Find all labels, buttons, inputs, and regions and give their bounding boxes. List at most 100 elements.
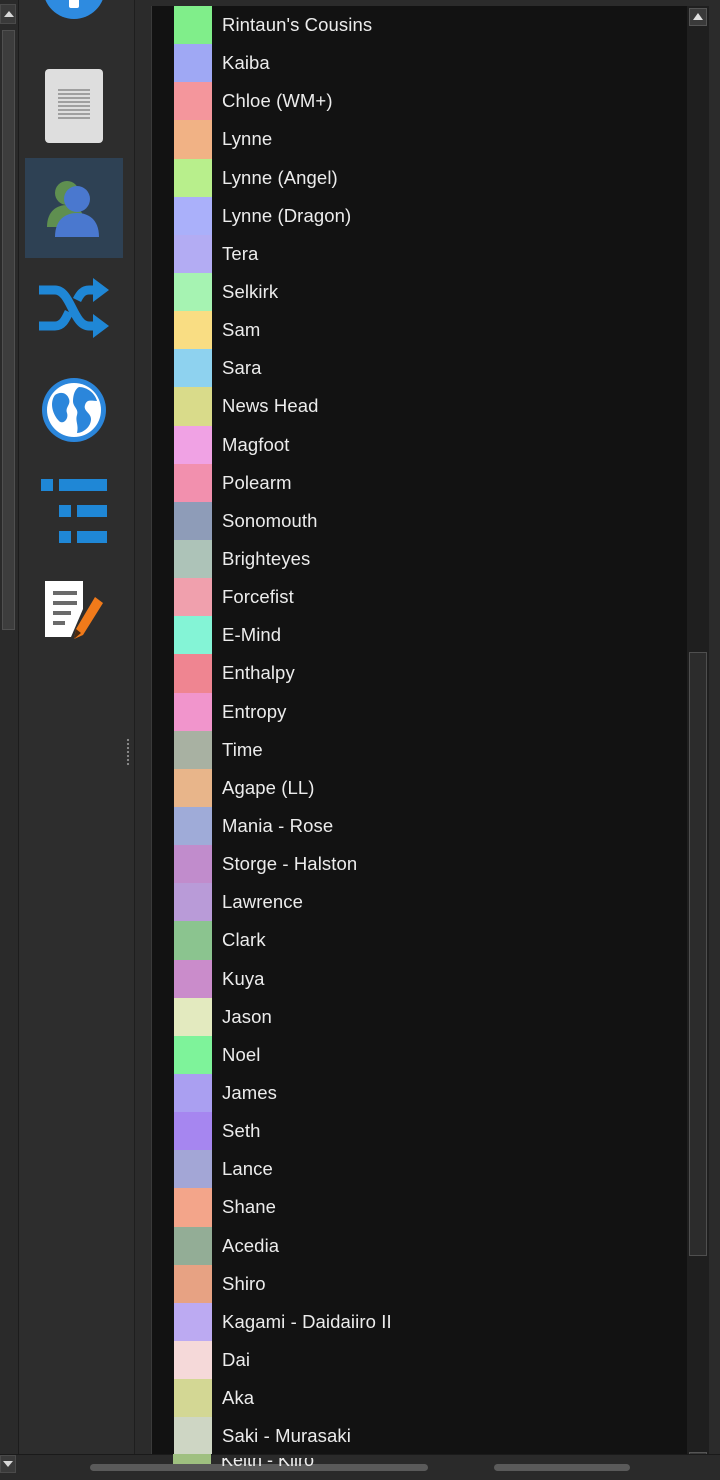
color-swatch[interactable] [174, 921, 212, 960]
character-row[interactable]: Lynne (Dragon) [152, 196, 688, 235]
color-swatch[interactable] [174, 539, 212, 579]
color-swatch[interactable] [174, 349, 212, 388]
character-row[interactable]: Shane [152, 1188, 688, 1227]
character-row[interactable]: Clark [152, 921, 688, 960]
character-row[interactable]: Kuya [152, 959, 688, 998]
color-swatch[interactable] [174, 425, 212, 464]
character-row[interactable]: Magfoot [152, 425, 688, 464]
color-swatch[interactable] [174, 845, 212, 884]
color-swatch[interactable] [174, 463, 212, 502]
sidebar-characters-button[interactable] [25, 158, 123, 258]
color-swatch[interactable] [174, 883, 212, 922]
sidebar-globe-button[interactable] [25, 362, 123, 462]
color-swatch[interactable] [174, 1340, 212, 1380]
character-name: Lance [222, 1158, 273, 1180]
character-row[interactable]: Lynne (Angel) [152, 158, 688, 197]
character-row[interactable]: Dai [152, 1340, 688, 1380]
character-row[interactable]: Seth [152, 1112, 688, 1151]
color-swatch[interactable] [174, 1150, 212, 1189]
character-row[interactable]: Enthalpy [152, 654, 688, 693]
character-row[interactable]: News Head [152, 387, 688, 426]
character-row[interactable]: Time [152, 730, 688, 769]
character-row[interactable]: E-Mind [152, 616, 688, 655]
character-name: Selkirk [222, 281, 279, 303]
character-row[interactable]: Saki - Murasaki [152, 1417, 688, 1454]
character-row[interactable]: Sara [152, 349, 688, 388]
character-row[interactable]: Mania - Rose [152, 806, 688, 846]
color-swatch[interactable] [174, 44, 212, 83]
character-row[interactable]: Agape (LL) [152, 768, 688, 807]
color-swatch[interactable] [174, 959, 212, 998]
color-swatch[interactable] [174, 997, 212, 1036]
character-row[interactable]: Forcefist [152, 578, 688, 617]
color-swatch[interactable] [174, 1073, 212, 1113]
character-row[interactable]: Entropy [152, 692, 688, 731]
horizontal-scroll-thumb[interactable] [494, 1464, 630, 1471]
color-swatch[interactable] [174, 1302, 212, 1341]
sidebar-shuffle-button[interactable] [25, 260, 123, 360]
color-swatch[interactable] [174, 1035, 212, 1074]
color-swatch[interactable] [174, 578, 212, 617]
color-swatch[interactable] [174, 120, 212, 159]
color-swatch[interactable] [174, 692, 212, 731]
color-swatch[interactable] [174, 730, 212, 769]
sidebar-document-button[interactable] [25, 58, 123, 158]
color-swatch[interactable] [174, 1112, 212, 1151]
character-row[interactable]: Jason [152, 997, 688, 1036]
info-icon [42, 0, 106, 25]
scroll-up-arrow-icon[interactable] [689, 8, 707, 26]
character-row[interactable]: Lynne [152, 120, 688, 159]
character-row[interactable]: Rintaun's Cousins [152, 6, 688, 45]
color-swatch[interactable] [174, 806, 212, 846]
color-swatch[interactable] [174, 1379, 212, 1418]
scroll-down-arrow-icon[interactable] [0, 1455, 16, 1473]
sidebar-info-button[interactable] [25, 0, 123, 40]
color-swatch[interactable] [174, 1188, 212, 1227]
character-row[interactable]: Sam [152, 311, 688, 350]
scrollbar-thumb[interactable] [689, 652, 707, 1256]
character-name: Sara [222, 357, 262, 379]
character-row[interactable]: Chloe (WM+) [152, 82, 688, 121]
character-row[interactable]: Tera [152, 234, 688, 273]
horizontal-scrollbar[interactable] [0, 1454, 720, 1480]
sidebar-notes-button[interactable] [25, 564, 123, 664]
character-row[interactable]: Lance [152, 1150, 688, 1189]
character-name: Kuya [222, 967, 265, 989]
color-swatch[interactable] [174, 196, 212, 235]
list-vertical-scrollbar[interactable] [687, 6, 709, 1472]
outer-scrollbar[interactable] [0, 0, 19, 1480]
color-swatch[interactable] [174, 6, 212, 45]
character-row[interactable]: Brighteyes [152, 539, 688, 579]
character-row[interactable]: Storge - Halston [152, 845, 688, 884]
scrollbar-thumb[interactable] [2, 30, 15, 630]
character-row[interactable]: Noel [152, 1035, 688, 1074]
color-swatch[interactable] [174, 1417, 212, 1454]
sidebar-list-button[interactable] [25, 464, 123, 564]
color-swatch[interactable] [174, 234, 212, 273]
character-row[interactable]: Acedia [152, 1226, 688, 1265]
color-swatch[interactable] [174, 272, 212, 312]
color-swatch[interactable] [174, 1264, 212, 1303]
color-swatch[interactable] [174, 616, 212, 655]
character-row[interactable]: Shiro [152, 1264, 688, 1303]
scroll-up-arrow-icon[interactable] [0, 4, 16, 24]
character-row[interactable]: Kagami - Daidaiiro II [152, 1302, 688, 1341]
color-swatch[interactable] [174, 654, 212, 693]
character-row[interactable]: Sonomouth [152, 501, 688, 540]
color-swatch[interactable] [174, 82, 212, 121]
character-name: Enthalpy [222, 662, 295, 684]
color-swatch[interactable] [174, 1226, 212, 1265]
character-name: Lynne [222, 128, 273, 150]
character-row[interactable]: Polearm [152, 463, 688, 502]
character-row[interactable]: Lawrence [152, 883, 688, 922]
color-swatch[interactable] [174, 501, 212, 540]
color-swatch[interactable] [174, 311, 212, 350]
color-swatch[interactable] [174, 387, 212, 426]
character-row[interactable]: Selkirk [152, 272, 688, 312]
character-row[interactable]: James [152, 1073, 688, 1113]
character-row[interactable]: Aka [152, 1379, 688, 1418]
color-swatch[interactable] [174, 768, 212, 807]
color-swatch[interactable] [174, 158, 212, 197]
character-row[interactable]: Kaiba [152, 44, 688, 83]
splitter-grip[interactable] [126, 738, 130, 766]
